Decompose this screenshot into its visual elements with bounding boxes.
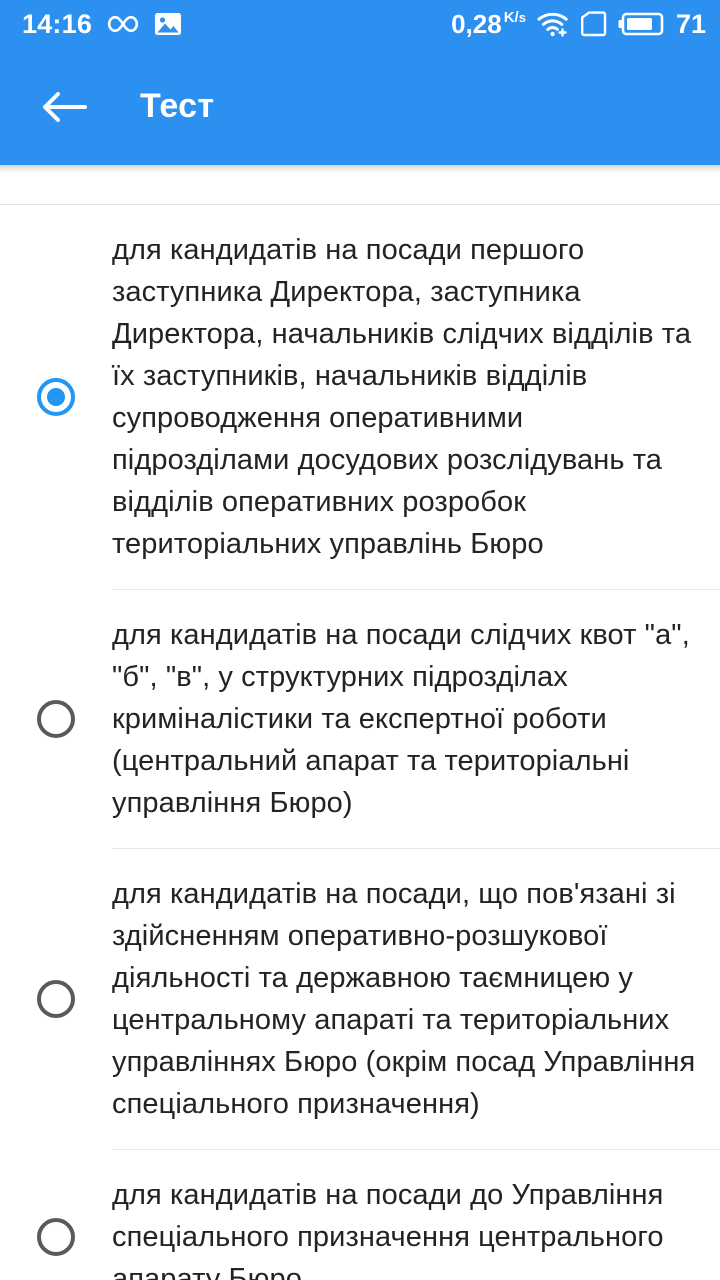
radio-button-2[interactable] xyxy=(37,700,75,738)
network-speed-unit-denominator: s xyxy=(518,10,526,25)
infinity-icon xyxy=(106,14,140,34)
option-label-3: для кандидатів на посади, що пов'язані з… xyxy=(112,878,696,1120)
image-icon xyxy=(154,11,182,37)
status-bar-right: 0,28 K/s 71 xyxy=(451,8,706,39)
app-bar-shadow xyxy=(0,165,720,173)
radio-cell-2[interactable] xyxy=(0,700,112,738)
status-clock: 14:16 xyxy=(22,8,93,39)
radio-button-3[interactable] xyxy=(37,980,75,1018)
option-row-1[interactable]: для кандидатів на посади першого заступн… xyxy=(0,205,720,589)
app-bar: Тест xyxy=(0,48,720,165)
network-speed-unit-numerator: K xyxy=(503,9,515,26)
arrow-left-icon xyxy=(41,90,87,124)
sim-card-icon xyxy=(580,11,607,37)
option-row-4[interactable]: для кандидатів на посади до Управління с… xyxy=(0,1150,720,1280)
radio-button-4[interactable] xyxy=(37,1218,75,1256)
radio-cell-1[interactable] xyxy=(0,378,112,416)
status-bar-left: 14:16 xyxy=(22,8,182,39)
option-row-2[interactable]: для кандидатів на посади слідчих квот "а… xyxy=(0,590,720,848)
back-button[interactable] xyxy=(36,79,92,135)
network-speed-indicator: 0,28 K/s xyxy=(451,9,526,39)
wifi-icon xyxy=(537,11,569,37)
network-speed-unit: K/s xyxy=(503,9,526,26)
network-speed-value: 0,28 xyxy=(451,9,502,39)
status-bar: 14:16 0,28 K/s 71 xyxy=(0,0,720,48)
option-row-3[interactable]: для кандидатів на посади, що пов'язані з… xyxy=(0,849,720,1149)
radio-cell-3[interactable] xyxy=(0,980,112,1018)
option-label-4: для кандидатів на посади до Управління с… xyxy=(112,1179,664,1280)
radio-cell-4[interactable] xyxy=(0,1218,112,1256)
radio-button-selected-1[interactable] xyxy=(37,378,75,416)
battery-percent-label: 71 xyxy=(675,8,706,39)
option-label-1: для кандидатів на посади першого заступн… xyxy=(112,234,692,560)
battery-icon xyxy=(618,12,664,36)
answer-options-list: для кандидатів на посади першого заступн… xyxy=(0,204,720,1280)
page-title: Тест xyxy=(140,87,215,125)
option-label-2: для кандидатів на посади слідчих квот "а… xyxy=(112,619,690,819)
